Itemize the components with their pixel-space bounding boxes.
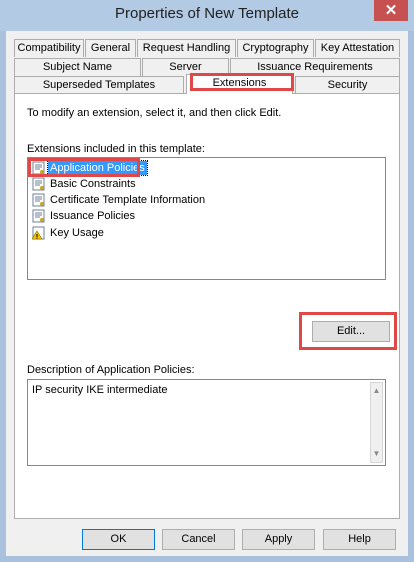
extension-label: Certificate Template Information [50,194,206,206]
properties-dialog: Properties of New Template ✕ Compatibili… [0,0,414,562]
description-label: Description of Application Policies: [27,364,195,376]
edit-button-highlight [299,312,397,350]
extension-label: Key Usage [50,227,104,239]
extension-label: Issuance Policies [50,210,135,222]
warning-certificate-icon [32,226,45,240]
tab-general[interactable]: General [85,39,136,57]
cancel-button[interactable]: Cancel [162,529,235,550]
tab-compatibility[interactable]: Compatibility [14,39,84,57]
tab-request-handling[interactable]: Request Handling [137,39,236,57]
window-title: Properties of New Template [115,5,299,22]
ok-button[interactable]: OK [82,529,155,550]
tab-superseded-templates[interactable]: Superseded Templates [14,76,184,94]
tab-subject-name[interactable]: Subject Name [14,58,141,76]
extension-label: Basic Constraints [50,178,136,190]
certificate-icon [32,193,45,207]
application-policies-highlight [28,158,140,177]
title-bar[interactable]: Properties of New Template ✕ [0,0,414,31]
help-button[interactable]: Help [323,529,396,550]
description-scrollbar[interactable]: ▲ ▼ [370,382,383,463]
scroll-up-icon[interactable]: ▲ [371,385,382,397]
apply-button[interactable]: Apply [242,529,315,550]
extensions-list-label: Extensions included in this template: [27,143,205,155]
extensions-panel: To modify an extension, select it, and t… [14,93,400,519]
extensions-tab-highlight [190,73,294,91]
close-button[interactable]: ✕ [374,0,408,21]
description-box[interactable]: IP security IKE intermediate ▲ ▼ [27,379,386,466]
certificate-icon [32,209,45,223]
scroll-down-icon[interactable]: ▼ [371,448,382,460]
tab-security[interactable]: Security [295,76,400,94]
dialog-client-area: Compatibility General Request Handling C… [6,31,408,556]
description-text: IP security IKE intermediate [32,384,168,396]
certificate-icon [32,177,45,191]
tab-key-attestation[interactable]: Key Attestation [315,39,400,57]
tab-cryptography[interactable]: Cryptography [237,39,314,57]
instruction-text: To modify an extension, select it, and t… [27,107,282,119]
